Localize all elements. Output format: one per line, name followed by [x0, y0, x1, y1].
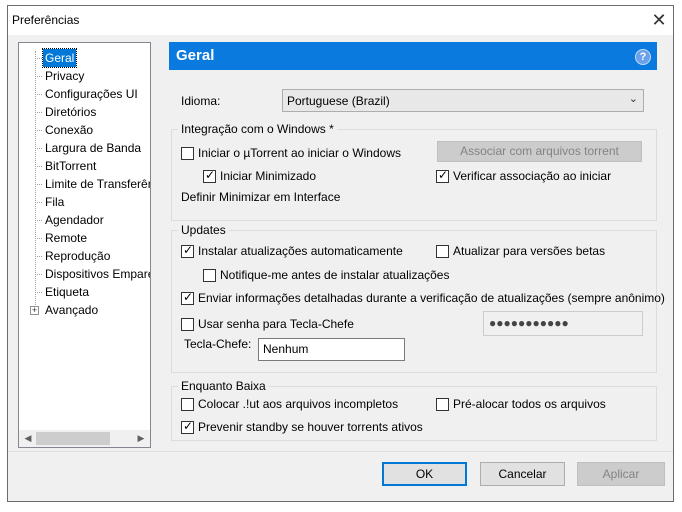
ok-button[interactable]: OK — [382, 462, 467, 486]
check-mark-icon: ✓ — [183, 243, 194, 257]
tree-connector-line — [35, 58, 42, 59]
checkbox-box — [203, 269, 216, 282]
settings-panel: Geral ? Idioma: Portuguese (Brazil) ⌄ In… — [169, 42, 665, 442]
sidebar-item-label: Remote — [45, 231, 88, 245]
checkbox-box: ✓ — [203, 168, 216, 183]
checkbox-box — [181, 318, 194, 331]
tree-connector-line — [35, 148, 42, 149]
chevron-down-icon: ⌄ — [628, 93, 638, 105]
tree-connector-line — [35, 112, 42, 113]
updates-title: Updates — [178, 223, 229, 237]
apply-button[interactable]: Aplicar — [577, 462, 665, 486]
sidebar-item-label: Conexão — [45, 123, 94, 137]
sidebar-item-label: Agendador — [45, 213, 104, 227]
tree-connector-line — [35, 202, 42, 203]
sidebar-item-label: Diretórios — [45, 105, 97, 119]
sidebar-item-label: Configurações UI — [45, 87, 138, 101]
window-title: Preferências — [12, 13, 80, 27]
sidebar-item-label: Privacy — [45, 69, 85, 83]
plus-expander-icon[interactable]: + — [30, 306, 39, 315]
panel-title: Geral — [176, 47, 215, 64]
boss-key-input[interactable]: Nenhum — [258, 338, 405, 361]
language-select-value: Portuguese (Brazil) — [287, 94, 390, 108]
sidebar-item-label: Avançado — [45, 303, 99, 317]
cancel-button[interactable]: Cancelar — [480, 462, 565, 486]
dialog-footer: OK Cancelar Aplicar — [8, 451, 673, 501]
while-downloading-title: Enquanto Baixa — [178, 379, 269, 393]
check-mark-icon: ✓ — [205, 168, 216, 182]
language-select[interactable]: Portuguese (Brazil) ⌄ — [282, 89, 644, 112]
scroll-right-icon[interactable]: ▶ — [133, 431, 149, 446]
tree-connector-line — [35, 184, 42, 185]
associate-torrent-button[interactable]: Associar com arquivos torrent — [437, 141, 642, 162]
tree-connector-line — [35, 51, 36, 307]
sidebar-item-label: Dispositivos Emparelhados — [45, 267, 151, 281]
check-mark-icon: ✓ — [183, 419, 194, 433]
minimize-interface-label: Definir Minimizar em Interface — [181, 190, 341, 204]
tree-connector-line — [35, 274, 42, 275]
sidebar-item-label: Etiqueta — [45, 285, 90, 299]
boss-password-field[interactable]: ●●●●●●●●●●● — [483, 311, 643, 336]
checkbox-box — [436, 398, 449, 411]
checkbox-box — [436, 245, 449, 258]
checkbox-box: ✓ — [181, 290, 194, 305]
sidebar-item-label: Reprodução — [45, 249, 111, 263]
tree-connector-line — [35, 238, 42, 239]
help-icon[interactable]: ? — [635, 49, 651, 65]
tree-connector-line — [35, 220, 42, 221]
sidebar-item-label: Geral — [41, 48, 78, 68]
preferences-window: Preferências ✕ Geral Privacy Configurações… — [7, 5, 674, 502]
close-icon[interactable]: ✕ — [647, 8, 671, 32]
checkbox-box — [181, 398, 194, 411]
title-bar: Preferências ✕ — [8, 6, 673, 35]
checkbox-box — [181, 147, 194, 160]
windows-integration-title: Integração com o Windows * — [178, 122, 337, 136]
checkbox-box: ✓ — [181, 243, 194, 258]
check-mark-icon: ✓ — [183, 290, 194, 304]
tree-connector-line — [35, 76, 42, 77]
boss-key-label: Tecla-Chefe: — [184, 337, 252, 351]
scroll-left-icon[interactable]: ◀ — [20, 431, 36, 446]
sidebar-item-label: BitTorrent — [45, 159, 97, 173]
check-mark-icon: ✓ — [438, 168, 449, 182]
category-tree[interactable]: Geral Privacy Configurações UI Diretórios Co… — [18, 42, 151, 448]
panel-header: Geral ? — [169, 42, 657, 70]
checkbox-box: ✓ — [181, 419, 194, 434]
tree-connector-line — [35, 166, 42, 167]
sidebar-item-label: Limite de Transferência — [45, 177, 150, 191]
scrollbar-thumb[interactable] — [36, 432, 110, 445]
sidebar-item-label: Fila — [45, 195, 65, 209]
tree-connector-line — [35, 130, 42, 131]
tree-connector-line — [35, 94, 42, 95]
language-label: Idioma: — [181, 94, 221, 108]
tree-connector-line — [35, 256, 42, 257]
horizontal-scrollbar[interactable]: ◀ ▶ — [19, 430, 150, 447]
tree-connector-line — [35, 292, 42, 293]
sidebar-item-label: Largura de Banda — [45, 141, 142, 155]
checkbox-box: ✓ — [436, 168, 449, 183]
